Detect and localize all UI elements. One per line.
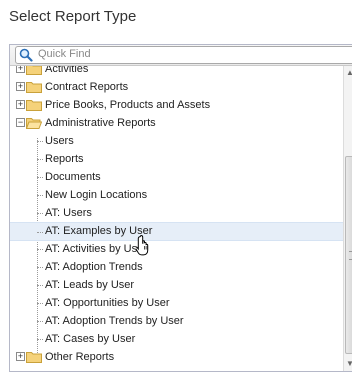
tree-folder-price-books[interactable]: + Price Books, Products and Assets bbox=[10, 96, 343, 114]
tree-item-new-login-locations[interactable]: New Login Locations bbox=[10, 186, 343, 204]
tree-folder-other-reports[interactable]: + Other Reports bbox=[10, 348, 343, 366]
plus-toggle-icon[interactable]: + bbox=[16, 352, 25, 361]
tree-folder-contract-reports[interactable]: + Contract Reports bbox=[10, 78, 343, 96]
tree-connector bbox=[37, 267, 43, 268]
tree-item-label: AT: Opportunities by User bbox=[45, 297, 170, 309]
tree-item-at-examples-by-user[interactable]: AT: Examples by User bbox=[10, 222, 343, 241]
scroll-up-arrow-icon[interactable]: ▲ bbox=[344, 66, 352, 80]
tree-item-at-cases-by-user[interactable]: AT: Cases by User bbox=[10, 330, 343, 348]
search-icon bbox=[19, 48, 33, 62]
tree-item-at-adoption-trends[interactable]: AT: Adoption Trends bbox=[10, 258, 343, 276]
tree-connector bbox=[37, 339, 43, 340]
tree-item-documents[interactable]: Documents bbox=[10, 168, 343, 186]
quick-find-placeholder: Quick Find bbox=[38, 48, 91, 60]
tree-connector bbox=[37, 303, 43, 304]
folder-icon bbox=[26, 82, 42, 93]
scroll-down-arrow-icon[interactable]: ▼ bbox=[344, 357, 352, 371]
tree-folder-label: Other Reports bbox=[45, 351, 115, 363]
tree-item-label: AT: Adoption Trends by User bbox=[45, 315, 184, 327]
tree-folder-label: Activities bbox=[45, 66, 89, 75]
tree-item-label: AT: Users bbox=[45, 207, 92, 219]
minus-toggle-icon[interactable]: − bbox=[16, 118, 25, 127]
plus-toggle-icon[interactable]: + bbox=[16, 100, 25, 109]
report-type-tree: + Activities + Contract Reports + Price … bbox=[10, 66, 343, 371]
tree-item-at-adoption-trends-by-user[interactable]: AT: Adoption Trends by User bbox=[10, 312, 343, 330]
tree-connector bbox=[37, 213, 43, 214]
tree-connector bbox=[37, 195, 43, 196]
tree-connector bbox=[37, 249, 43, 250]
folder-icon bbox=[26, 352, 42, 363]
tree-connector bbox=[37, 321, 43, 322]
tree-item-label: AT: Adoption Trends bbox=[45, 261, 143, 273]
dialog-title: Select Report Type bbox=[9, 8, 137, 25]
tree-item-at-leads-by-user[interactable]: AT: Leads by User bbox=[10, 276, 343, 294]
tree-item-label: AT: Activities by User bbox=[45, 243, 147, 255]
tree-item-label: Users bbox=[45, 135, 74, 147]
folder-icon bbox=[26, 100, 42, 111]
tree-item-label: Documents bbox=[45, 171, 101, 183]
tree-connector bbox=[37, 177, 43, 178]
tree-item-label: Reports bbox=[45, 153, 84, 165]
plus-toggle-icon[interactable]: + bbox=[16, 66, 25, 73]
tree-connector bbox=[37, 141, 43, 142]
tree-item-label: AT: Leads by User bbox=[45, 279, 135, 291]
scroll-thumb[interactable] bbox=[345, 156, 352, 354]
plus-toggle-icon[interactable]: + bbox=[16, 82, 25, 91]
tree-connector bbox=[37, 285, 43, 286]
tree-folder-label: Administrative Reports bbox=[45, 117, 156, 129]
tree-folder-label: Price Books, Products and Assets bbox=[45, 99, 211, 111]
tree-item-at-opportunities-by-user[interactable]: AT: Opportunities by User bbox=[10, 294, 343, 312]
tree-connector bbox=[37, 232, 43, 233]
tree-item-label: AT: Cases by User bbox=[45, 333, 136, 345]
open-folder-icon bbox=[26, 118, 42, 129]
quick-find-input[interactable]: Quick Find bbox=[15, 46, 352, 64]
tree-item-users[interactable]: Users bbox=[10, 132, 343, 150]
tree-folder-label: Contract Reports bbox=[45, 81, 129, 93]
tree-connector bbox=[37, 159, 43, 160]
report-type-panel: Quick Find + Activities + Contract Repor… bbox=[9, 44, 352, 372]
quick-find-bar: Quick Find bbox=[10, 45, 352, 66]
tree-item-label: New Login Locations bbox=[45, 189, 148, 201]
tree-item-at-activities-by-user[interactable]: AT: Activities by User bbox=[10, 240, 343, 258]
tree-item-reports[interactable]: Reports bbox=[10, 150, 343, 168]
tree-folder-administrative-reports[interactable]: − Administrative Reports bbox=[10, 114, 343, 132]
hand-cursor-icon bbox=[136, 234, 149, 256]
tree-scrollbar[interactable]: ▲ ▼ bbox=[343, 66, 352, 371]
folder-icon bbox=[26, 66, 42, 75]
tree-folder-activities[interactable]: + Activities bbox=[10, 66, 343, 78]
tree-item-at-users[interactable]: AT: Users bbox=[10, 204, 343, 222]
